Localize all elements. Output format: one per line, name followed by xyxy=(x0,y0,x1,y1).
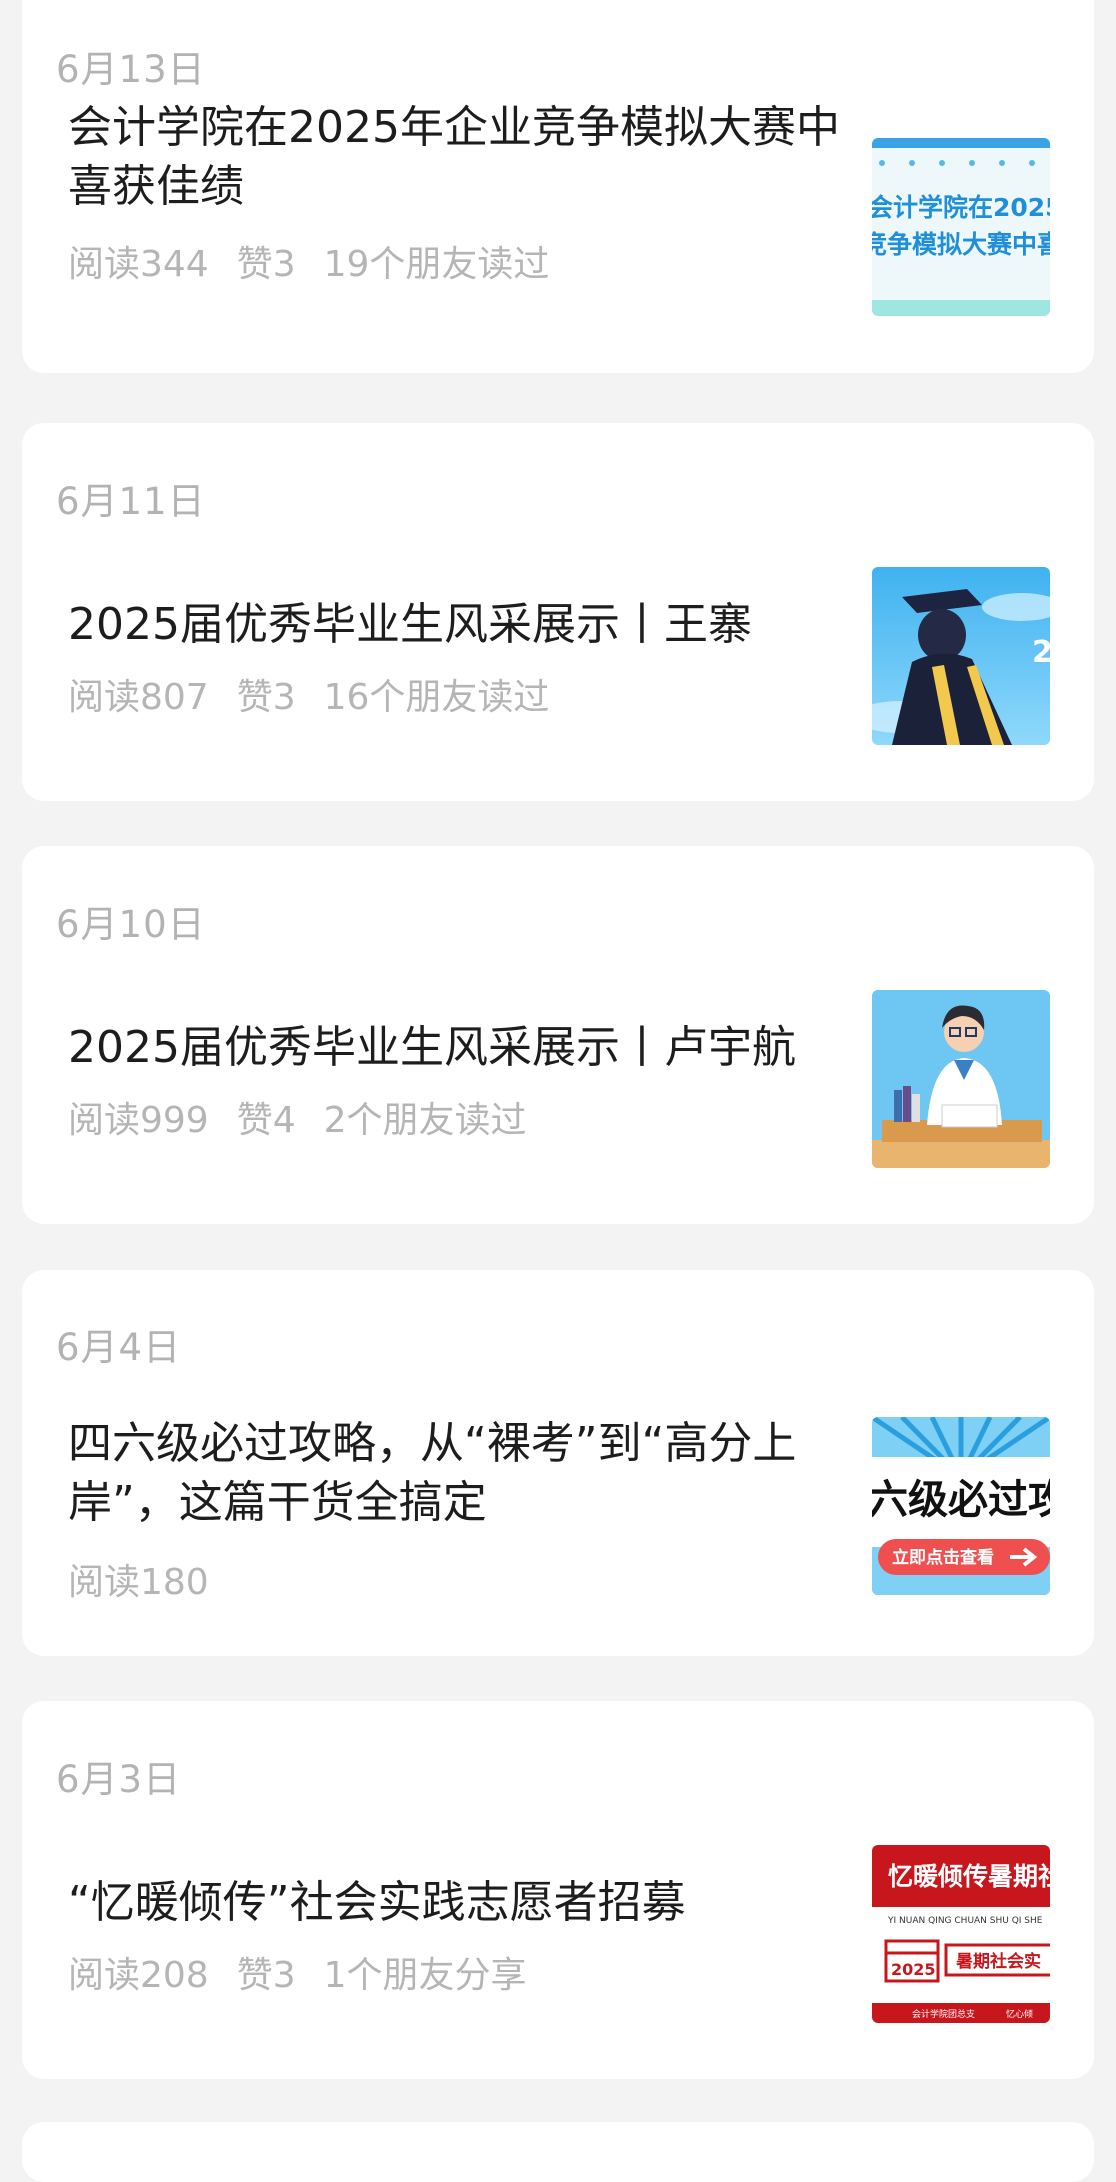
article-card[interactable]: 6月4日 四六级必过攻略，从“裸考”到“高分上岸”，这篇干货全搞定 阅读180 … xyxy=(22,1270,1094,1656)
svg-text:六级必过攻: 六级必过攻 xyxy=(872,1477,1050,1523)
article-thumbnail[interactable] xyxy=(872,990,1050,1168)
friends-read: 16个朋友读过 xyxy=(323,677,550,718)
article-date: 6月10日 xyxy=(56,903,206,946)
friends-read: 1个朋友分享 xyxy=(323,1955,527,1996)
article-thumbnail[interactable]: 2 xyxy=(872,567,1050,745)
svg-text:2025: 2025 xyxy=(891,1960,936,1979)
read-count: 阅读807 xyxy=(68,677,209,718)
svg-text:会计学院在2025: 会计学院在2025 xyxy=(872,193,1050,222)
like-count: 赞3 xyxy=(236,1955,296,1996)
article-meta: 阅读807 赞3 16个朋友读过 xyxy=(68,668,577,720)
article-card[interactable] xyxy=(22,2122,1094,2182)
svg-text:立即点击查看: 立即点击查看 xyxy=(892,1547,994,1568)
article-card[interactable]: 6月3日 “忆暖倾传”社会实践志愿者招募 阅读208 赞3 1个朋友分享 忆暖倾传暑… xyxy=(22,1701,1094,2079)
article-card[interactable]: 6月10日 2025届优秀毕业生风采展示丨卢宇航 阅读999 赞4 2个朋友读过 xyxy=(22,846,1094,1224)
svg-text:忆暖倾传暑期社: 忆暖倾传暑期社 xyxy=(888,1862,1050,1891)
svg-text:忆心倾: 忆心倾 xyxy=(1006,2008,1033,2020)
article-card[interactable]: 6月13日 会计学院在2025年企业竞争模拟大赛中喜获佳绩 阅读344 赞3 19个… xyxy=(22,0,1094,373)
read-count: 阅读208 xyxy=(68,1955,209,1996)
article-date: 6月11日 xyxy=(56,480,206,523)
svg-text:会计学院团总支: 会计学院团总支 xyxy=(912,2008,975,2020)
read-count: 阅读999 xyxy=(68,1100,209,1141)
article-title[interactable]: 2025届优秀毕业生风采展示丨王寨 xyxy=(68,595,848,654)
friends-read: 19个朋友读过 xyxy=(323,244,550,285)
read-count: 阅读180 xyxy=(68,1562,209,1603)
article-date: 6月13日 xyxy=(56,48,206,91)
article-thumbnail[interactable]: 会计学院在2025 竞争模拟大赛中喜 xyxy=(872,138,1050,316)
like-count: 赞3 xyxy=(236,244,296,285)
article-title[interactable]: “忆暖倾传”社会实践志愿者招募 xyxy=(68,1873,848,1932)
article-thumbnail[interactable]: 六级必过攻 立即点击查看 xyxy=(872,1417,1050,1595)
like-count: 赞3 xyxy=(236,677,296,718)
article-title[interactable]: 四六级必过攻略，从“裸考”到“高分上岸”，这篇干货全搞定 xyxy=(68,1414,848,1532)
article-title[interactable]: 2025届优秀毕业生风采展示丨卢宇航 xyxy=(68,1018,848,1077)
like-count: 赞4 xyxy=(236,1100,296,1141)
article-meta: 阅读180 xyxy=(68,1553,237,1605)
article-meta: 阅读208 赞3 1个朋友分享 xyxy=(68,1946,555,1998)
svg-text:暑期社会实: 暑期社会实 xyxy=(956,1951,1041,1972)
svg-text:竞争模拟大赛中喜: 竞争模拟大赛中喜 xyxy=(872,230,1050,259)
article-date: 6月4日 xyxy=(56,1326,182,1369)
article-date: 6月3日 xyxy=(56,1758,182,1801)
article-meta: 阅读344 赞3 19个朋友读过 xyxy=(68,235,577,287)
article-title[interactable]: 会计学院在2025年企业竞争模拟大赛中喜获佳绩 xyxy=(68,98,848,216)
friends-read: 2个朋友读过 xyxy=(323,1100,527,1141)
article-card[interactable]: 6月11日 2025届优秀毕业生风采展示丨王寨 阅读807 赞3 16个朋友读过 xyxy=(22,423,1094,801)
svg-text:2: 2 xyxy=(1032,635,1050,670)
svg-text:YI NUAN QING CHUAN SHU QI SHE: YI NUAN QING CHUAN SHU QI SHE xyxy=(887,1916,1043,1926)
article-meta: 阅读999 赞4 2个朋友读过 xyxy=(68,1091,555,1143)
read-count: 阅读344 xyxy=(68,244,209,285)
article-thumbnail[interactable]: 忆暖倾传暑期社 YI NUAN QING CHUAN SHU QI SHE 20… xyxy=(872,1845,1050,2023)
